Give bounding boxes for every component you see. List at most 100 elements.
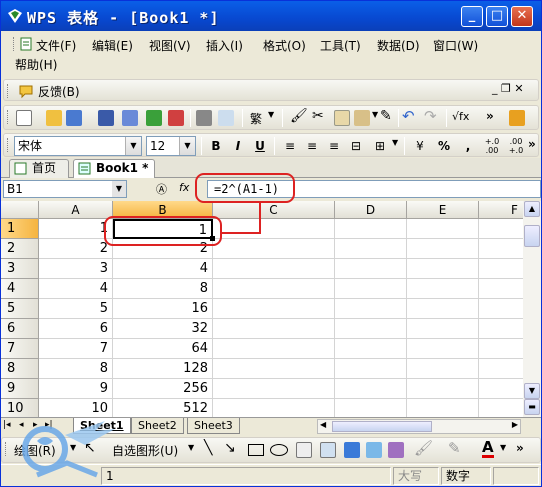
font-size-select[interactable]: 12 ▼ (146, 136, 196, 156)
increase-decimal-icon[interactable]: +.0.00 (482, 137, 502, 155)
italic-button[interactable]: I (228, 137, 248, 155)
scroll-down-icon[interactable]: ▼ (524, 383, 540, 399)
save-icon[interactable] (98, 110, 114, 126)
percent-button[interactable]: % (434, 137, 454, 155)
cancel-formula-icon[interactable]: Ⓐ (156, 181, 167, 197)
toolbar-more-icon[interactable]: » (486, 109, 494, 123)
cell-a3[interactable]: 3 (39, 259, 113, 279)
pdf-icon[interactable] (168, 110, 184, 126)
column-header-e[interactable]: E (407, 201, 479, 219)
formula-icon[interactable]: √fx (452, 110, 469, 123)
chevron-down-icon[interactable]: ▼ (372, 110, 378, 119)
scroll-thumb[interactable] (524, 225, 540, 247)
chevron-down-icon[interactable]: ▼ (500, 443, 506, 452)
split-icon[interactable]: ▬ (524, 399, 540, 415)
task-pane-icon[interactable] (509, 110, 525, 126)
print-icon[interactable] (196, 110, 212, 126)
minimize-button[interactable]: _ (461, 6, 483, 27)
row-header[interactable]: 3 (1, 259, 39, 279)
cell-b7[interactable]: 64 (113, 339, 213, 359)
row-header[interactable]: 4 (1, 279, 39, 299)
rectangle-icon[interactable] (248, 444, 264, 456)
cell-a6[interactable]: 6 (39, 319, 113, 339)
copy-format-icon[interactable]: 🖌 (290, 108, 308, 124)
cell-b5[interactable]: 16 (113, 299, 213, 319)
cell-b8[interactable]: 128 (113, 359, 213, 379)
row-header[interactable]: 9 (1, 379, 39, 399)
currency-icon[interactable]: ¥ (410, 137, 430, 155)
row-header[interactable]: 6 (1, 319, 39, 339)
row-header[interactable]: 5 (1, 299, 39, 319)
picture-icon[interactable] (388, 442, 404, 458)
row-header[interactable]: 7 (1, 339, 39, 359)
close-button[interactable]: ✕ (511, 6, 533, 27)
cell-a8[interactable]: 8 (39, 359, 113, 379)
spreadsheet-grid[interactable]: A B C D E F 1 2 3 4 5 6 7 8 9 10 1 2 3 4… (1, 201, 523, 417)
align-left-icon[interactable]: ≡ (280, 137, 300, 155)
line-color-icon[interactable]: ✎ (448, 439, 461, 457)
underline-button[interactable]: U (250, 137, 270, 155)
redo-icon[interactable]: ↷ (424, 107, 437, 125)
fill-color-icon[interactable]: 🖌 (414, 439, 433, 457)
mail-icon[interactable] (122, 110, 138, 126)
paste-icon[interactable] (354, 110, 370, 126)
textbox-icon[interactable] (296, 442, 312, 458)
cell-a1[interactable]: 1 (39, 219, 113, 239)
line-icon[interactable]: ╲ (204, 440, 212, 456)
merge-center-icon[interactable]: ⊟ (346, 137, 366, 155)
feedback-menu[interactable]: 反馈(B) (38, 83, 80, 100)
open-icon[interactable] (46, 110, 62, 126)
tab-home[interactable]: 首页 (9, 159, 69, 178)
toolbar-more-icon[interactable]: » (516, 441, 524, 455)
cell-a4[interactable]: 4 (39, 279, 113, 299)
vertical-scrollbar[interactable]: ▲ ▼ ▬ (523, 201, 541, 417)
row-header[interactable]: 8 (1, 359, 39, 379)
bold-button[interactable]: B (206, 137, 226, 155)
wordart-icon[interactable] (344, 442, 360, 458)
font-name-select[interactable]: 宋体 ▼ (14, 136, 142, 156)
menu-insert[interactable]: 插入(I) (206, 37, 243, 54)
cell-b6[interactable]: 32 (113, 319, 213, 339)
cell-b9[interactable]: 256 (113, 379, 213, 399)
menu-data[interactable]: 数据(D) (377, 37, 420, 54)
save-as-icon[interactable] (66, 110, 82, 126)
cell-b10[interactable]: 512 (113, 399, 213, 417)
sheet-tab-2[interactable]: Sheet2 (131, 418, 184, 434)
undo-icon[interactable]: ↶ (402, 107, 415, 125)
column-header-f[interactable]: F (479, 201, 523, 219)
sheet-tab-3[interactable]: Sheet3 (187, 418, 240, 434)
horizontal-scroll-thumb[interactable] (332, 421, 432, 432)
align-right-icon[interactable]: ≡ (324, 137, 344, 155)
scroll-up-icon[interactable]: ▲ (524, 201, 540, 217)
row-header[interactable]: 1 (1, 219, 39, 239)
chevron-down-icon[interactable]: ▼ (392, 138, 398, 147)
column-header-a[interactable]: A (39, 201, 113, 219)
chevron-down-icon[interactable]: ▼ (179, 137, 195, 155)
cell-b4[interactable]: 8 (113, 279, 213, 299)
toolbar-more-icon[interactable]: » (528, 137, 536, 151)
chevron-down-icon[interactable]: ▼ (112, 181, 126, 197)
insert-function-icon[interactable]: fx (179, 181, 189, 194)
decrease-decimal-icon[interactable]: .00 +.0 (506, 137, 526, 155)
export-icon[interactable] (146, 110, 162, 126)
comma-button[interactable]: , (458, 137, 478, 155)
brush-icon[interactable]: ✎ (380, 108, 392, 124)
cell-a5[interactable]: 5 (39, 299, 113, 319)
menu-edit[interactable]: 编辑(E) (92, 37, 133, 54)
print-preview-icon[interactable] (218, 110, 234, 126)
new-icon[interactable] (16, 110, 32, 126)
menu-tools[interactable]: 工具(T) (320, 37, 361, 54)
cut-icon[interactable]: ✂ (312, 108, 324, 124)
name-box[interactable]: B1 ▼ (3, 180, 127, 198)
horizontal-scrollbar[interactable]: ◀ ▶ (317, 419, 521, 434)
scroll-right-icon[interactable]: ▶ (512, 420, 518, 429)
menu-view[interactable]: 视图(V) (149, 37, 191, 54)
chevron-down-icon[interactable]: ▼ (268, 110, 274, 119)
oval-icon[interactable] (270, 444, 288, 456)
vertical-textbox-icon[interactable] (320, 442, 336, 458)
clipart-icon[interactable] (366, 442, 382, 458)
menu-help[interactable]: 帮助(H) (15, 56, 57, 73)
align-center-icon[interactable]: ≡ (302, 137, 322, 155)
row-header[interactable]: 2 (1, 239, 39, 259)
scroll-left-icon[interactable]: ◀ (320, 420, 326, 429)
